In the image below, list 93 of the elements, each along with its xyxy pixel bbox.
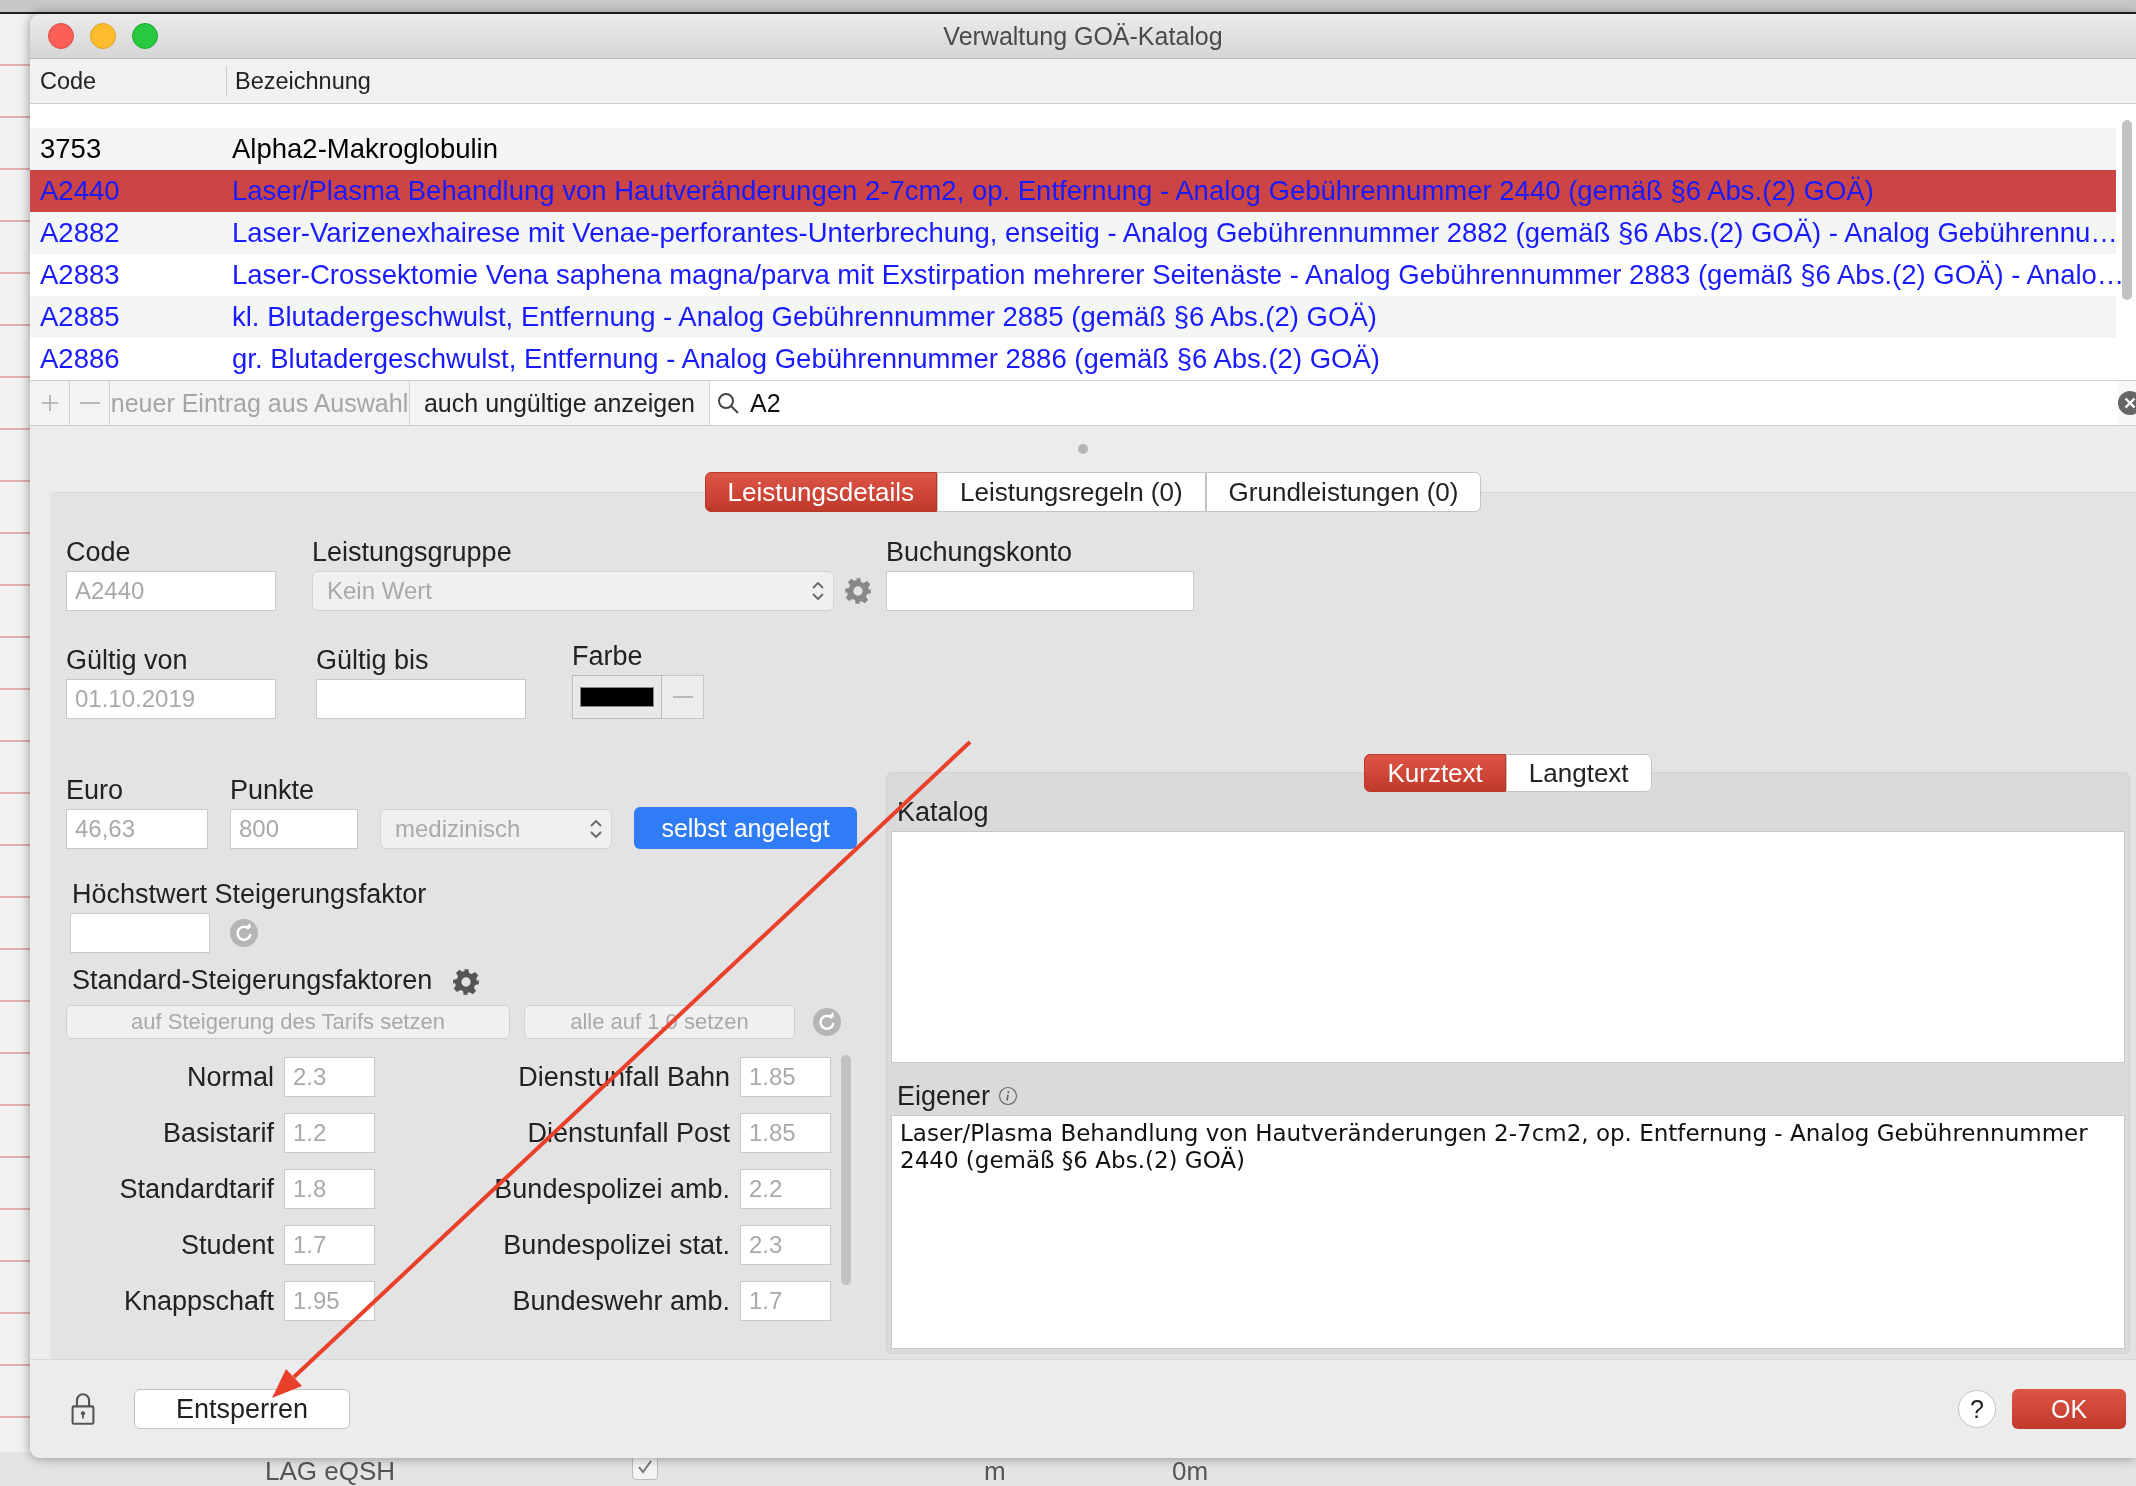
field-label: Punkte — [230, 775, 316, 805]
minimize-button[interactable] — [90, 23, 116, 49]
clear-icon[interactable] — [2118, 391, 2136, 415]
help-button[interactable]: ? — [1958, 1390, 1996, 1428]
factor-label: Basistarif — [161, 1117, 274, 1149]
factor-label: Bundespolizei stat. — [502, 1229, 730, 1261]
factor-field[interactable]: 2.3 — [284, 1057, 375, 1097]
tariff-button[interactable]: auf Steigerung des Tarifs setzen — [66, 1005, 510, 1039]
factor-field[interactable]: 1.7 — [284, 1225, 375, 1265]
own-text-area[interactable]: Laser/Plasma Behandlung von Hautveränderungen 2-7cm2, op. Entfernung - Analog Gebührennummer 2440 (gemäß §6 Abs.(2) GOÄ) — [891, 1115, 2125, 1349]
factor-field[interactable]: 1.85 — [740, 1057, 831, 1097]
table-row[interactable]: A2885 kl. Blutadergeschwulst, Entfernung - Analog Gebührennummer 2885 (gemäß §6 Abs.(2) GOÄ) — [30, 296, 2116, 338]
plus-icon — [39, 393, 60, 413]
factor-label: Bundespolizei amb. — [493, 1173, 730, 1205]
field-label: Höchstwert Steigerungsfaktor — [72, 879, 428, 909]
updown-icon — [589, 817, 603, 841]
minus-icon — [672, 695, 693, 699]
column-header[interactable]: Bezeichnung — [227, 66, 371, 96]
toolbar-button[interactable]: auch ungültige anzeigen — [410, 381, 710, 425]
table-row[interactable]: 3753 Alpha2-Makroglobulin — [30, 128, 2116, 170]
section-title: Standard-Steigerungsfaktoren — [72, 965, 433, 995]
table-row[interactable]: A2440 Laser/Plasma Behandlung von Hautveränderungen 2-7cm2, op. Entfernung - Analog Gebührennummer 2440 (gemäß §6 Abs.(2) GOÄ) — [30, 170, 2116, 212]
add-button[interactable] — [30, 381, 70, 425]
background-text: m — [984, 1456, 1006, 1486]
settings-icon[interactable] — [452, 968, 481, 996]
background-text: 0m — [1172, 1456, 1209, 1486]
split-handle[interactable] — [1078, 444, 1088, 454]
field-label: Farbe — [572, 641, 644, 671]
scrollbar[interactable] — [841, 1055, 851, 1285]
field-label: Buchungskonto — [886, 537, 1074, 567]
factor-field[interactable]: 2.2 — [740, 1169, 831, 1209]
factor-label: Standardtarif — [118, 1173, 274, 1205]
scrollbar[interactable] — [2122, 120, 2132, 300]
background-text: LAG eQSH — [265, 1456, 396, 1486]
settings-icon[interactable] — [844, 577, 872, 605]
description-cell-text: Laser-Crossektomie Vena saphena magna/parva mit Exstirpation mehrerer Seitenäste - Analog Gebührennummer 2883 (gemäß §6 Abs.(2) GOÄ) - Analo… — [231, 259, 2125, 291]
refresh-icon[interactable] — [230, 919, 258, 947]
field-label: Katalog — [897, 797, 990, 827]
code-cell-text: A2882 — [39, 217, 121, 249]
color-well[interactable] — [572, 675, 662, 719]
description-cell-text: Laser/Plasma Behandlung von Hautveränderungen 2-7cm2, op. Entfernung - Analog Gebührennummer 2440 (gemäß §6 Abs.(2) GOÄ) — [231, 175, 1874, 207]
code-cell-text: A2440 — [39, 175, 121, 207]
lock-icon[interactable] — [70, 1391, 96, 1427]
table-row[interactable]: A2886 gr. Blutadergeschwulst, Entfernung - Analog Gebührennummer 2886 (gemäß §6 Abs.(2) GOÄ) — [30, 338, 2116, 380]
field-label: Euro — [66, 775, 125, 805]
updown-icon — [811, 579, 825, 603]
table-row[interactable]: A2882 Laser-Varizenexhairese mit Venae-perforantes-Unterbrechung, enseitig - Analog Gebührennummer 2882 (gemäß §6 Abs.(2) GOÄ) - Analog Gebührennu… — [30, 212, 2116, 254]
max-factor-field[interactable] — [70, 913, 210, 953]
factor-label: Bundeswehr amb. — [511, 1285, 730, 1317]
field-label: Code — [66, 537, 132, 567]
description-cell-text: kl. Blutadergeschwulst, Entfernung - Analog Gebührennummer 2885 (gemäß §6 Abs.(2) GOÄ) — [231, 301, 1377, 333]
tab[interactable]: Kurztext — [1364, 754, 1506, 792]
factor-field[interactable]: 2.3 — [740, 1225, 831, 1265]
search-field[interactable]: A2 — [748, 387, 952, 419]
field-label: Eigener — [897, 1081, 991, 1111]
search-icon — [716, 391, 740, 415]
tab[interactable]: Langtext — [1505, 754, 1652, 792]
factor-label: Student — [179, 1229, 274, 1261]
factor-field[interactable]: 1.7 — [740, 1281, 831, 1321]
factor-label: Knappschaft — [122, 1285, 274, 1317]
column-header[interactable]: Code — [30, 66, 227, 96]
code-cell-text: A2883 — [39, 259, 121, 291]
refresh-icon[interactable] — [813, 1008, 841, 1036]
date-field[interactable] — [316, 679, 526, 719]
factor-field[interactable]: 1.8 — [284, 1169, 375, 1209]
close-button[interactable] — [48, 23, 74, 49]
description-cell-text: Alpha2-Makroglobulin — [231, 133, 498, 165]
tab[interactable]: Leistungsregeln (0) — [937, 472, 1206, 512]
code-cell-text: 3753 — [39, 133, 103, 165]
info-icon[interactable] — [998, 1086, 1019, 1106]
self-created-toggle[interactable]: selbst angelegt — [634, 807, 857, 849]
description-cell-text: gr. Blutadergeschwulst, Entfernung - Analog Gebührennummer 2886 (gemäß §6 Abs.(2) GOÄ) — [231, 343, 1380, 375]
catalog-text-area[interactable] — [891, 831, 2125, 1063]
factor-label: Normal — [186, 1061, 274, 1093]
remove-button[interactable] — [70, 381, 110, 425]
account-field[interactable] — [886, 571, 1194, 611]
minus-icon — [79, 401, 100, 405]
factor-field[interactable]: 1.2 — [284, 1113, 375, 1153]
code-cell-text: A2886 — [39, 343, 121, 375]
zoom-button[interactable] — [132, 23, 158, 49]
field-label: Gültig von — [66, 645, 189, 675]
field-label: Leistungsgruppe — [312, 537, 513, 567]
unlock-button[interactable]: Entsperren — [134, 1389, 350, 1429]
clear-color-button[interactable] — [662, 675, 704, 719]
factor-field[interactable]: 1.85 — [740, 1113, 831, 1153]
tab[interactable]: Leistungsdetails — [704, 472, 938, 512]
description-cell-text: Laser-Varizenexhairese mit Venae-perforantes-Unterbrechung, enseitig - Analog Gebührennummer 2882 (gemäß §6 Abs.(2) GOÄ) - Analog Gebührennu… — [231, 217, 2118, 249]
factor-field[interactable]: 1.95 — [284, 1281, 375, 1321]
window-title: Verwaltung GOÄ-Katalog — [943, 21, 1223, 51]
field-label: Gültig bis — [316, 645, 430, 675]
code-cell-text: A2885 — [39, 301, 121, 333]
tab[interactable]: Grundleistungen (0) — [1205, 472, 1482, 512]
ok-button[interactable]: OK — [2012, 1389, 2126, 1429]
